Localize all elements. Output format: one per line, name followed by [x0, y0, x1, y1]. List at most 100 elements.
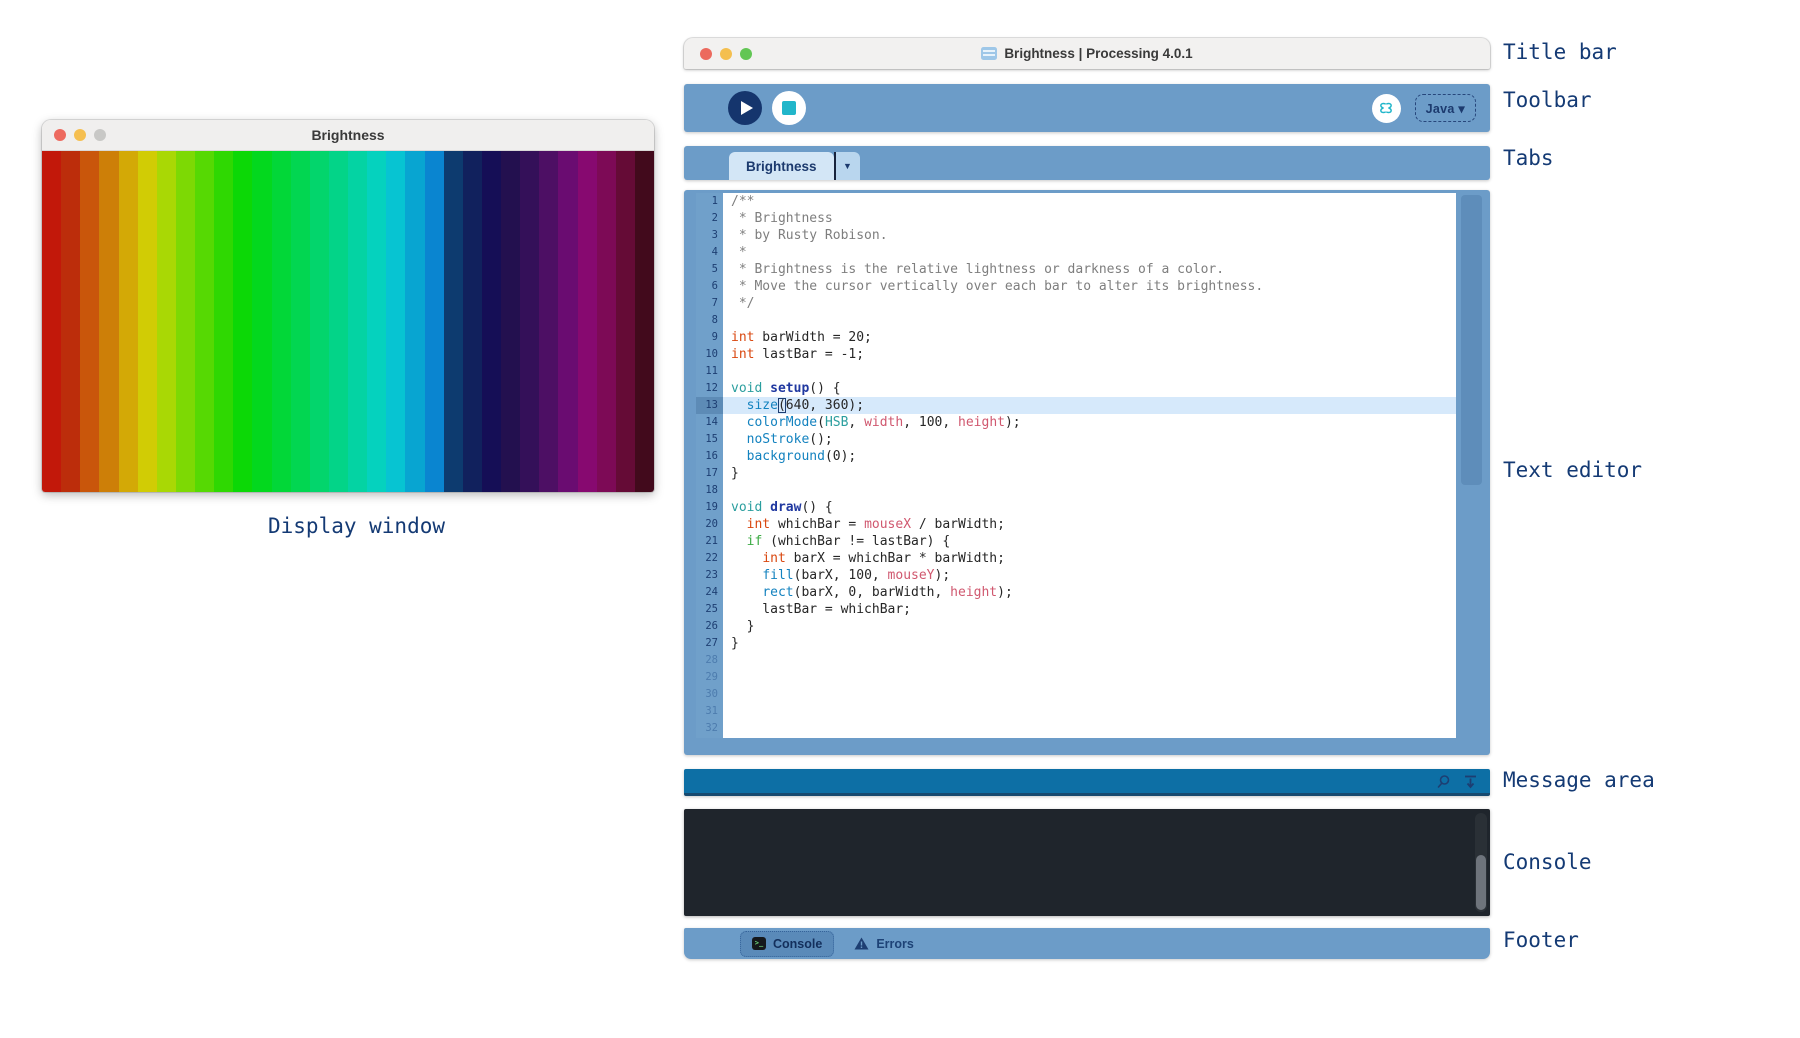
color-bar — [329, 151, 348, 492]
code-token — [731, 398, 747, 413]
footer-console-label: Console — [773, 937, 822, 951]
code-line[interactable]: void draw() { — [723, 499, 1456, 516]
code-line[interactable]: colorMode(HSB, width, 100, height); — [723, 414, 1456, 431]
code-line[interactable]: int barWidth = 20; — [723, 329, 1456, 346]
console-scrollbar[interactable] — [1475, 813, 1487, 912]
scroll-to-bottom-icon[interactable] — [1463, 774, 1478, 789]
ide-footer: >_ Console Errors — [684, 928, 1490, 959]
code-line[interactable]: rect(barX, 0, barWidth, height); — [723, 584, 1456, 601]
color-bar — [367, 151, 386, 492]
console-scrollbar-thumb[interactable] — [1476, 855, 1486, 910]
ide-titlebar[interactable]: Brightness | Processing 4.0.1 — [684, 38, 1490, 69]
code-line[interactable] — [723, 703, 1456, 720]
code-line[interactable]: size(640, 360); — [723, 397, 1456, 414]
code-line[interactable]: int whichBar = mouseX / barWidth; — [723, 516, 1456, 533]
run-button[interactable] — [728, 91, 762, 125]
code-token: (barX, 100, — [794, 568, 888, 583]
ide-text-editor: 1234567891011121314151617181920212223242… — [684, 190, 1490, 755]
sketch-window-title: Brightness — [42, 127, 654, 143]
code-line[interactable]: } — [723, 465, 1456, 482]
debug-button[interactable] — [1372, 94, 1401, 123]
code-line[interactable] — [723, 686, 1456, 703]
code-token: * — [731, 245, 747, 260]
line-number: 12 — [696, 380, 723, 397]
line-number: 21 — [696, 533, 723, 550]
color-bar — [61, 151, 80, 492]
stop-button[interactable] — [772, 91, 806, 125]
code-token: ); — [1005, 415, 1021, 430]
code-token — [731, 517, 747, 532]
code-token: } — [731, 619, 754, 634]
editor-scrollbar-thumb[interactable] — [1461, 195, 1482, 485]
sketch-window-titlebar[interactable]: Brightness — [42, 120, 654, 151]
color-bar — [214, 151, 233, 492]
code-line[interactable]: /** — [723, 193, 1456, 210]
tab-menu-button[interactable]: ▼ — [836, 152, 860, 180]
color-bar — [119, 151, 138, 492]
code-line[interactable]: fill(barX, 100, mouseY); — [723, 567, 1456, 584]
color-bar — [616, 151, 635, 492]
line-number: 23 — [696, 567, 723, 584]
line-number: 32 — [696, 720, 723, 737]
code-token — [731, 551, 762, 566]
code-token: background — [747, 449, 825, 464]
text-cursor: ( — [778, 398, 786, 413]
mode-dropdown[interactable]: Java ▾ — [1415, 94, 1476, 122]
code-line[interactable]: */ — [723, 295, 1456, 312]
line-number: 24 — [696, 584, 723, 601]
annotation-title-bar: Title bar — [1503, 40, 1617, 64]
code-line[interactable]: * Move the cursor vertically over each b… — [723, 278, 1456, 295]
code-token — [731, 585, 762, 600]
color-bar — [578, 151, 597, 492]
color-bar — [463, 151, 482, 492]
code-line[interactable]: noStroke(); — [723, 431, 1456, 448]
annotation-console: Console — [1503, 850, 1592, 874]
code-line[interactable]: int barX = whichBar * barWidth; — [723, 550, 1456, 567]
ide-toolbar: Java ▾ — [684, 84, 1490, 132]
code-line[interactable] — [723, 363, 1456, 380]
code-token: , 100, — [903, 415, 958, 430]
chevron-down-icon: ▼ — [843, 161, 852, 171]
play-icon — [741, 101, 753, 115]
code-token: lastBar = whichBar; — [731, 602, 911, 617]
code-line[interactable]: * Brightness — [723, 210, 1456, 227]
code-line[interactable] — [723, 720, 1456, 737]
code-line[interactable]: background(0); — [723, 448, 1456, 465]
ide-console[interactable] — [684, 809, 1490, 916]
annotation-tabs: Tabs — [1503, 146, 1554, 170]
line-number: 22 — [696, 550, 723, 567]
code-line[interactable]: } — [723, 635, 1456, 652]
code-line[interactable]: * Brightness is the relative lightness o… — [723, 261, 1456, 278]
code-line[interactable] — [723, 482, 1456, 499]
code-line[interactable]: * by Rusty Robison. — [723, 227, 1456, 244]
code-line[interactable]: lastBar = whichBar; — [723, 601, 1456, 618]
ide-tab-bar: Brightness ▼ — [684, 146, 1490, 180]
code-area[interactable]: 1234567891011121314151617181920212223242… — [696, 193, 1456, 738]
debug-butterfly-icon — [1376, 100, 1396, 116]
footer-console-tab[interactable]: >_ Console — [740, 931, 834, 957]
code-line[interactable] — [723, 312, 1456, 329]
tab-brightness[interactable]: Brightness — [729, 152, 834, 180]
line-number: 7 — [696, 295, 723, 312]
line-number: 8 — [696, 312, 723, 329]
line-number: 25 — [696, 601, 723, 618]
sketch-doc-icon — [981, 47, 997, 60]
sketch-color-bars[interactable] — [42, 151, 654, 492]
code-line[interactable]: if (whichBar != lastBar) { — [723, 533, 1456, 550]
code-line[interactable]: int lastBar = -1; — [723, 346, 1456, 363]
code-line[interactable] — [723, 652, 1456, 669]
code-lines[interactable]: /** * Brightness * by Rusty Robison. * *… — [723, 193, 1456, 738]
color-bar — [539, 151, 558, 492]
search-icon[interactable] — [1436, 774, 1451, 789]
color-bar — [310, 151, 329, 492]
editor-scrollbar[interactable] — [1456, 190, 1490, 755]
code-token: int — [762, 551, 785, 566]
code-line[interactable]: } — [723, 618, 1456, 635]
footer-errors-tab[interactable]: Errors — [854, 937, 914, 951]
line-number: 13 — [696, 397, 723, 414]
code-token — [731, 415, 747, 430]
code-line[interactable] — [723, 669, 1456, 686]
code-line[interactable]: * — [723, 244, 1456, 261]
code-line[interactable]: void setup() { — [723, 380, 1456, 397]
code-token: rect — [762, 585, 793, 600]
